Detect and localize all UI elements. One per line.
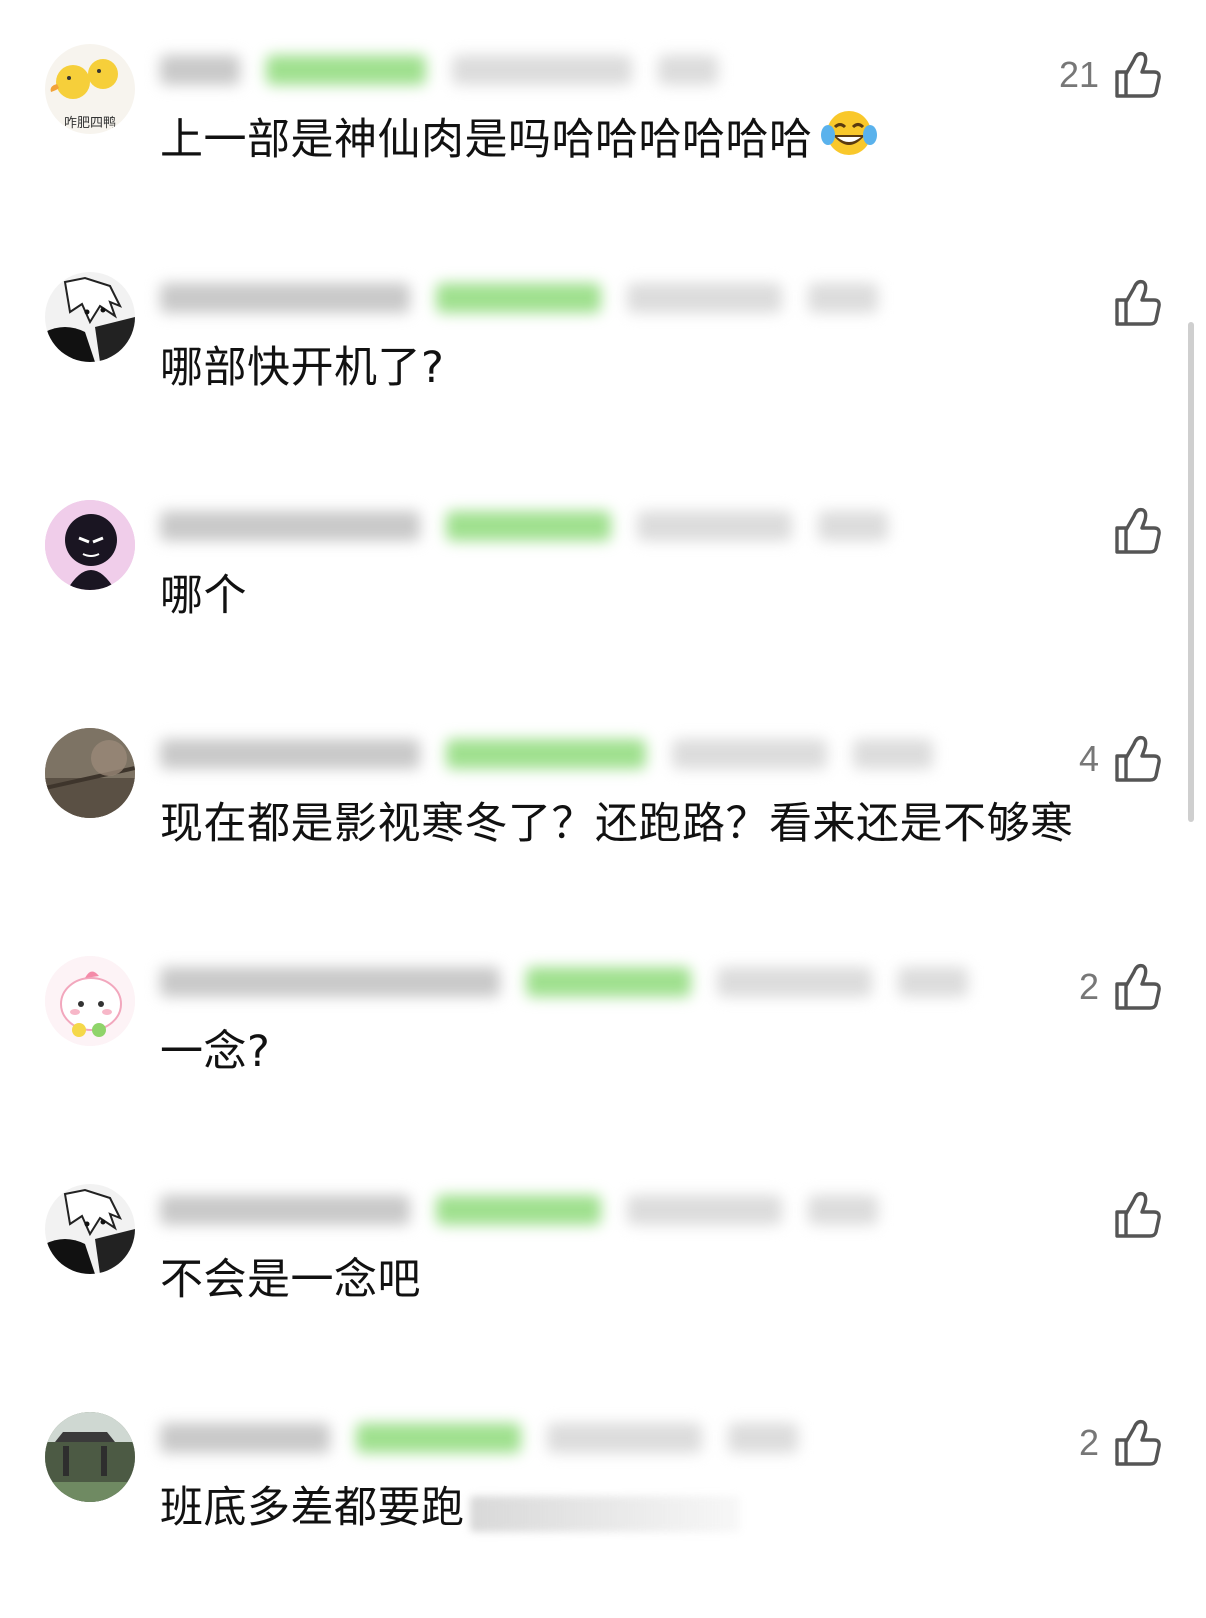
username-blurred[interactable]: [160, 739, 420, 769]
comment-text: 哪部快开机了?: [160, 343, 445, 393]
thumbs-up-icon[interactable]: [1113, 734, 1161, 784]
comment-text: 班底多差都要跑: [160, 1483, 465, 1533]
like-button[interactable]: [1099, 1190, 1161, 1240]
user-meta-blurred: [160, 498, 888, 554]
time-blurred: [547, 1423, 702, 1453]
badge-blurred: [436, 1195, 601, 1225]
badge-blurred: [526, 967, 691, 997]
username-blurred[interactable]: [160, 1195, 410, 1225]
time-blurred: [717, 967, 872, 997]
avatar-label: 咋肥四鸭: [63, 116, 116, 131]
time-blurred: [627, 283, 782, 313]
thumbs-up-icon[interactable]: [1113, 278, 1161, 328]
username-blurred[interactable]: [160, 511, 420, 541]
comment-item: 哪个: [0, 478, 1206, 706]
location-blurred: [818, 511, 888, 541]
badge-blurred: [436, 283, 601, 313]
badge-blurred: [266, 55, 426, 85]
like-button[interactable]: 21: [1059, 50, 1161, 100]
time-blurred: [637, 511, 792, 541]
avatar[interactable]: [45, 1184, 135, 1274]
avatar[interactable]: [45, 728, 135, 818]
badge-blurred: [446, 511, 611, 541]
user-meta-blurred: [160, 726, 933, 782]
username-blurred[interactable]: [160, 1423, 330, 1453]
thumbs-up-icon[interactable]: [1113, 50, 1161, 100]
username-blurred[interactable]: [160, 55, 240, 85]
like-count: 4: [1078, 738, 1099, 779]
comment-text: 现在都是影视寒冬了？还跑路？看来还是不够寒: [160, 799, 1074, 849]
like-count: 21: [1058, 54, 1099, 95]
comment-item: 不会是一念吧: [0, 1162, 1206, 1390]
user-meta-blurred: [160, 954, 968, 1010]
comment-text: 上一部是神仙肉是吗哈哈哈哈哈哈: [160, 110, 879, 173]
comment-text-content: 上一部是神仙肉是吗哈哈哈哈哈哈: [160, 115, 813, 165]
comment-text: 哪个: [160, 571, 247, 621]
location-blurred: [808, 283, 878, 313]
avatar[interactable]: [45, 500, 135, 590]
comment-item: 现在都是影视寒冬了？还跑路？看来还是不够寒 4: [0, 706, 1206, 934]
like-button[interactable]: [1099, 278, 1161, 328]
comment-item: 咋肥四鸭 上一部是神仙肉是吗哈哈哈哈哈哈 21: [0, 22, 1206, 250]
laughing-tears-emoji-icon: [819, 107, 879, 173]
like-button[interactable]: 4: [1079, 734, 1161, 784]
avatar[interactable]: [45, 272, 135, 362]
username-blurred[interactable]: [160, 283, 410, 313]
location-blurred: [728, 1423, 798, 1453]
user-meta-blurred: [160, 42, 718, 98]
like-button[interactable]: 2: [1079, 1418, 1161, 1468]
time-blurred: [672, 739, 827, 769]
badge-blurred: [446, 739, 646, 769]
like-count: 2: [1078, 966, 1099, 1007]
like-count: 2: [1078, 1422, 1099, 1463]
location-blurred: [898, 967, 968, 997]
avatar[interactable]: 咋肥四鸭: [45, 44, 135, 134]
thumbs-up-icon[interactable]: [1113, 1418, 1161, 1468]
username-blurred[interactable]: [160, 967, 500, 997]
thumbs-up-icon[interactable]: [1113, 962, 1161, 1012]
location-blurred: [853, 739, 933, 769]
comment-text: 一念?: [160, 1027, 271, 1077]
user-meta-blurred: [160, 270, 878, 326]
location-blurred: [658, 55, 718, 85]
location-blurred: [808, 1195, 878, 1225]
thumbs-up-icon[interactable]: [1113, 1190, 1161, 1240]
badge-blurred: [356, 1423, 521, 1453]
comment-item: 一念? 2: [0, 934, 1206, 1162]
comment-item: 哪部快开机了?: [0, 250, 1206, 478]
time-blurred: [627, 1195, 782, 1225]
avatar[interactable]: [45, 1412, 135, 1502]
like-button[interactable]: [1099, 506, 1161, 556]
user-meta-blurred: [160, 1410, 798, 1466]
scrollbar[interactable]: [1188, 322, 1194, 822]
watermark-blurred: [470, 1496, 740, 1532]
like-button[interactable]: 2: [1079, 962, 1161, 1012]
avatar[interactable]: [45, 956, 135, 1046]
time-blurred: [452, 55, 632, 85]
user-meta-blurred: [160, 1182, 878, 1238]
thumbs-up-icon[interactable]: [1113, 506, 1161, 556]
comment-text: 不会是一念吧: [160, 1255, 421, 1305]
